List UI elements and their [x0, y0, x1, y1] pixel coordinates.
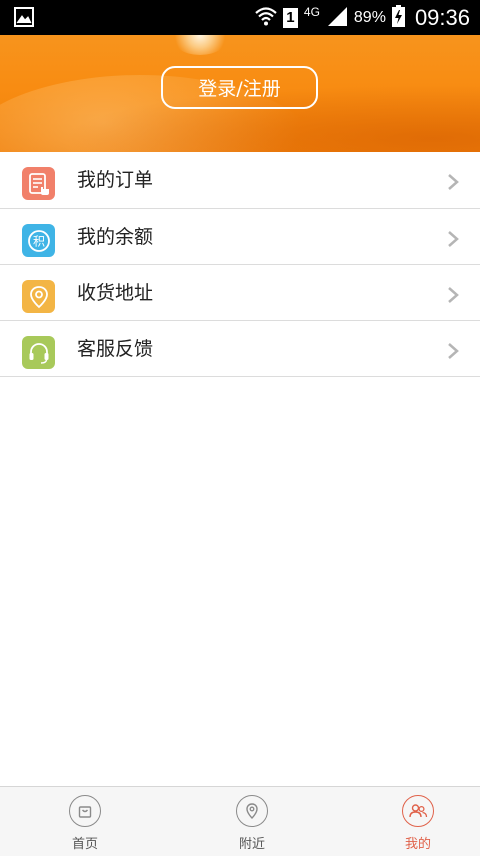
menu-item-balance[interactable]: 积 我的余额: [0, 209, 480, 265]
menu-item-orders[interactable]: 我的订单: [0, 152, 480, 209]
shopping-bag-icon: [69, 795, 101, 827]
menu-item-label: 我的余额: [77, 226, 154, 248]
tab-label: 首页: [71, 837, 98, 852]
tab-nearby[interactable]: 附近: [192, 787, 312, 857]
chevron-right-icon: [446, 230, 460, 248]
tab-mine[interactable]: 我的: [358, 787, 478, 857]
sim-icon: 1: [282, 7, 298, 28]
signal-icon: [326, 6, 348, 30]
tab-label: 附近: [238, 837, 265, 852]
profile-menu: 我的订单 积 我的余额 收货地址 客服反馈: [0, 152, 480, 377]
tab-home[interactable]: 首页: [25, 787, 145, 857]
balance-icon: 积: [22, 224, 55, 257]
network-type: 4G: [303, 4, 320, 19]
profile-header: 登录/注册: [0, 35, 480, 152]
menu-item-feedback[interactable]: 客服反馈: [0, 321, 480, 377]
menu-item-label: 我的订单: [77, 169, 154, 191]
location-icon: [22, 280, 55, 313]
balance-icon-glyph: 积: [32, 234, 44, 248]
gallery-notification-icon: [14, 7, 34, 27]
login-register-button[interactable]: 登录/注册: [161, 66, 318, 109]
menu-item-label: 客服反馈: [77, 338, 154, 360]
order-icon: [22, 167, 55, 200]
menu-item-label: 收货地址: [77, 282, 154, 304]
map-pin-icon: [236, 795, 268, 827]
header-glow: [170, 35, 230, 55]
menu-item-address[interactable]: 收货地址: [0, 265, 480, 321]
battery-percent: 89%: [353, 8, 386, 26]
chevron-right-icon: [446, 173, 460, 191]
clock: 09:36: [414, 4, 470, 30]
headset-icon: [22, 336, 55, 369]
wifi-icon: [255, 5, 277, 31]
chevron-right-icon: [446, 342, 460, 360]
bottom-tab-bar: 首页 附近 我的: [0, 786, 480, 856]
tab-label: 我的: [404, 837, 431, 852]
battery-charging-icon: [391, 4, 405, 31]
chevron-right-icon: [446, 286, 460, 304]
users-icon: [402, 795, 434, 827]
status-bar: 1 4G 89% 09:36: [0, 0, 480, 35]
